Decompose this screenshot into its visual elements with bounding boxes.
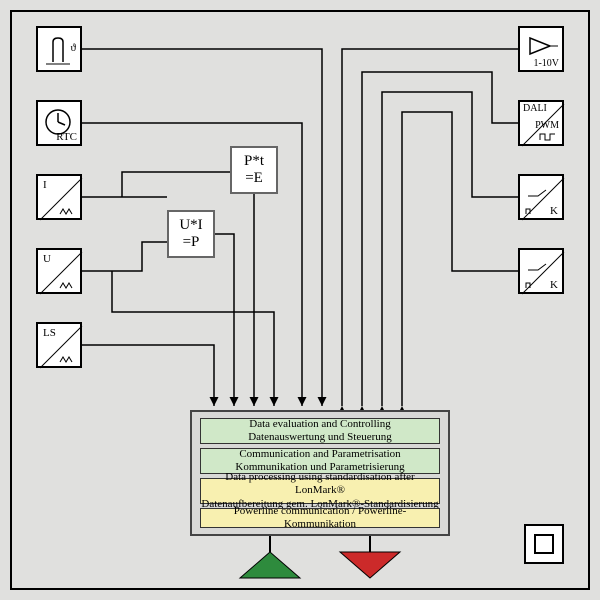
terminal-box bbox=[524, 524, 564, 564]
layer-std: Data processing using standardisation af… bbox=[200, 478, 440, 504]
proc-energy-l2: =E bbox=[245, 170, 263, 187]
svg-text:U: U bbox=[43, 253, 51, 265]
sensor-rtc: RTC bbox=[36, 100, 82, 146]
output-relay2-label: K bbox=[550, 279, 558, 291]
output-dali-bottom: PWM bbox=[535, 120, 559, 131]
output-relay1-label: K bbox=[550, 205, 558, 217]
proc-power-l1: U*I bbox=[179, 217, 202, 234]
output-relay1: K bbox=[518, 174, 564, 220]
output-dali: DALI PWM bbox=[518, 100, 564, 146]
sensor-rtc-label: RTC bbox=[56, 131, 77, 143]
svg-text:LS: LS bbox=[43, 327, 56, 339]
diagram-frame: ϑ RTC I U LS 1-10V DALI PWM K K U*I =P P… bbox=[10, 10, 590, 590]
layer-eval: Data evaluation and Controlling Datenaus… bbox=[200, 418, 440, 444]
sensor-temp: ϑ bbox=[36, 26, 82, 72]
processing-unit: Data evaluation and Controlling Datenaus… bbox=[190, 410, 450, 536]
svg-text:I: I bbox=[43, 179, 47, 191]
arrow-down-icon bbox=[340, 552, 400, 578]
layer-comm: Communication and Parametrisation Kommun… bbox=[200, 448, 440, 474]
sensor-ls: LS bbox=[36, 322, 82, 368]
proc-power: U*I =P bbox=[167, 210, 215, 258]
layer-plc: Powerline communication / Powerline-Komm… bbox=[200, 508, 440, 528]
output-analog-label: 1-10V bbox=[533, 58, 559, 69]
sensor-temp-label: ϑ bbox=[71, 42, 76, 54]
proc-power-l2: =P bbox=[183, 234, 200, 251]
sensor-voltage: U bbox=[36, 248, 82, 294]
proc-energy: P*t =E bbox=[230, 146, 278, 194]
output-analog: 1-10V bbox=[518, 26, 564, 72]
arrow-up-icon bbox=[240, 552, 300, 578]
proc-energy-l1: P*t bbox=[244, 153, 264, 170]
output-relay2: K bbox=[518, 248, 564, 294]
sensor-current: I bbox=[36, 174, 82, 220]
